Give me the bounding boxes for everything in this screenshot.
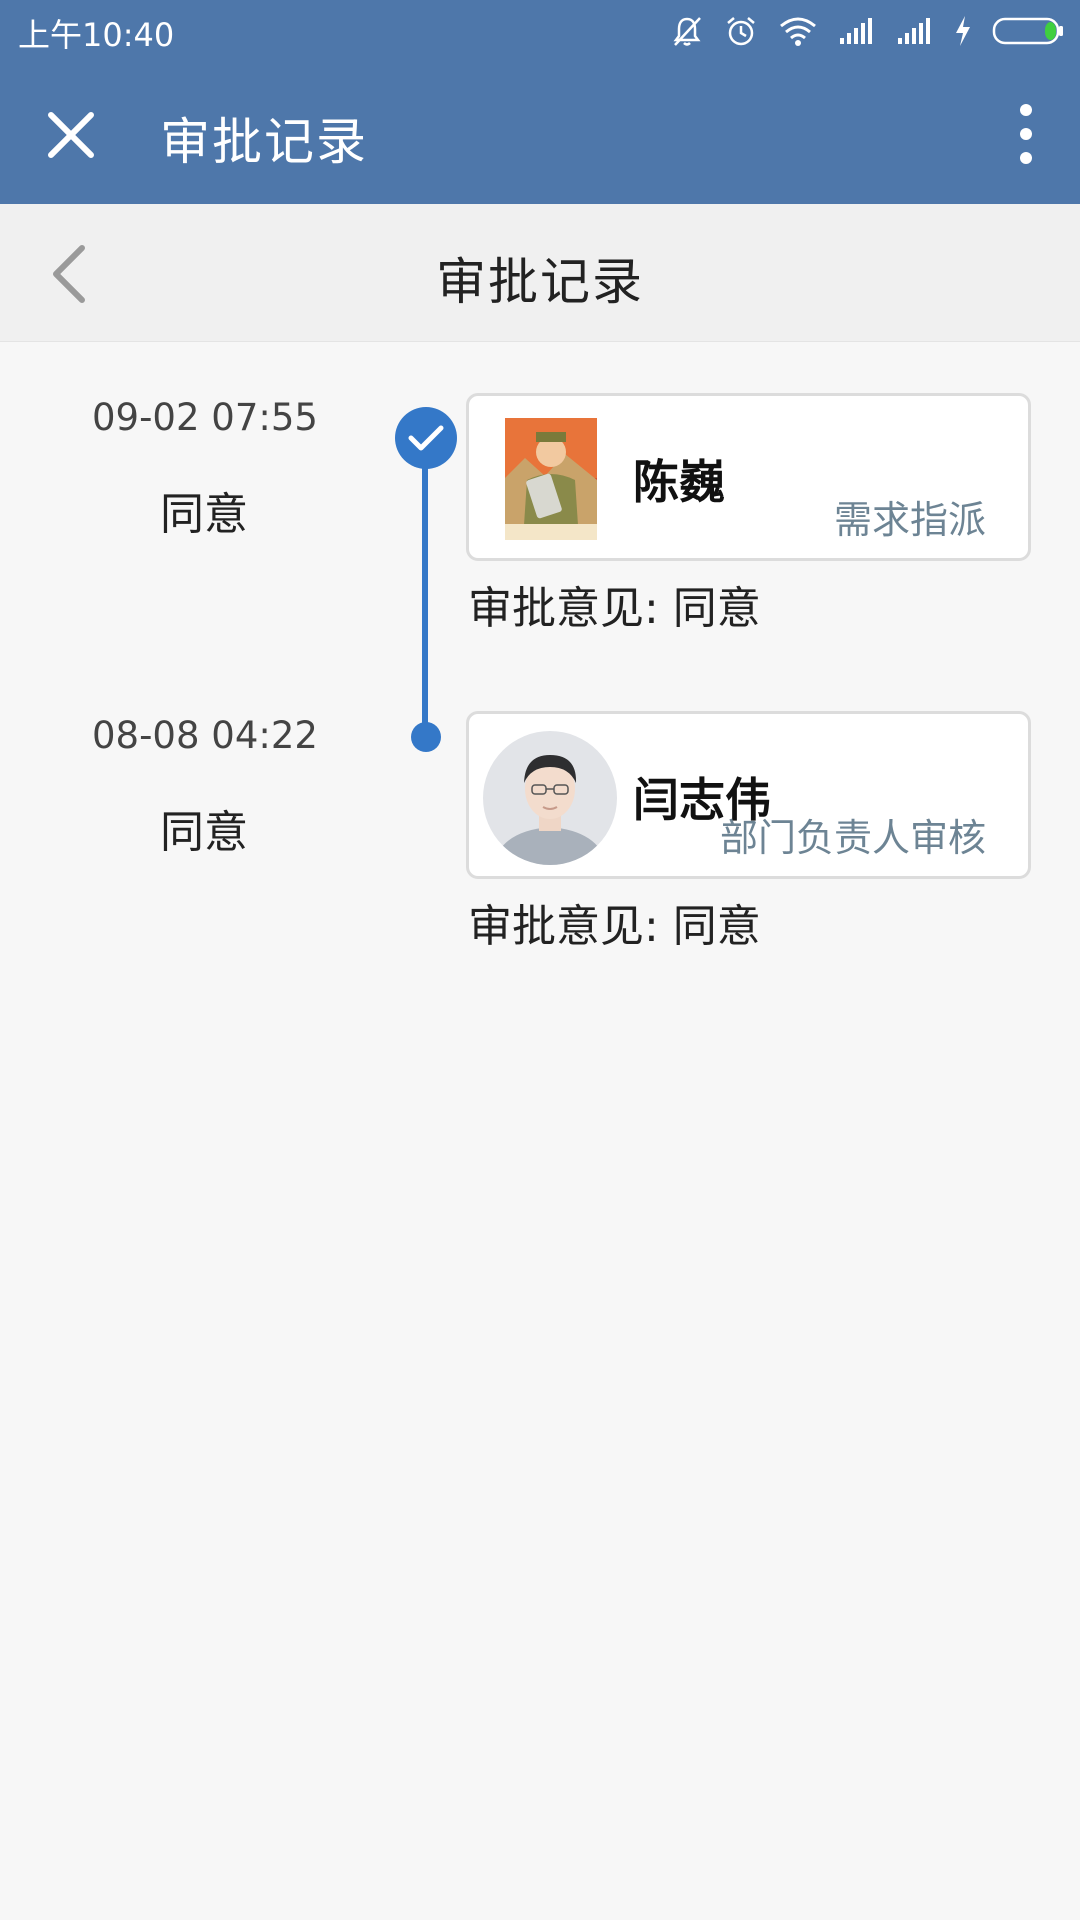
signal-icon: [898, 18, 930, 44]
record-status: 同意: [160, 489, 248, 540]
bell-muted-icon: [673, 17, 701, 46]
wifi-icon: [780, 17, 816, 46]
status-time: 上午10:40: [18, 16, 175, 54]
timeline-dot-marker: [411, 722, 441, 752]
app-bar: 审批记录: [0, 62, 1080, 204]
record-status: 同意: [160, 807, 248, 858]
page-title: 审批记录: [436, 253, 644, 311]
status-icons: [670, 12, 1064, 50]
timeline-line: [422, 438, 428, 738]
charging-icon: [956, 16, 970, 46]
app-title: 审批记录: [160, 113, 368, 171]
status-bar: 上午10:40: [0, 0, 1080, 62]
avatar: [483, 731, 617, 865]
approval-opinion: 审批意见: 同意: [468, 901, 761, 952]
battery-icon: [992, 17, 1063, 45]
avatar: [505, 418, 597, 540]
approval-opinion: 审批意见: 同意: [468, 583, 761, 634]
more-options-button[interactable]: [996, 94, 1056, 174]
approver-card[interactable]: 陈巍 需求指派: [466, 393, 1031, 561]
signal-icon: [840, 18, 872, 44]
alarm-icon: [727, 17, 755, 46]
close-button[interactable]: [36, 100, 106, 170]
approver-role: 部门负责人审核: [719, 816, 986, 860]
record-time: 08-08 04:22: [92, 714, 318, 757]
more-vertical-icon: [1020, 104, 1032, 116]
check-icon: [408, 425, 444, 451]
approver-name: 陈巍: [633, 455, 725, 509]
sub-header: 审批记录: [0, 204, 1080, 342]
timeline-check-marker: [395, 407, 457, 469]
approver-role: 需求指派: [833, 498, 986, 542]
close-icon: [48, 112, 94, 158]
record-time: 09-02 07:55: [92, 396, 318, 439]
approver-card[interactable]: 闫志伟 部门负责人审核: [466, 711, 1031, 879]
